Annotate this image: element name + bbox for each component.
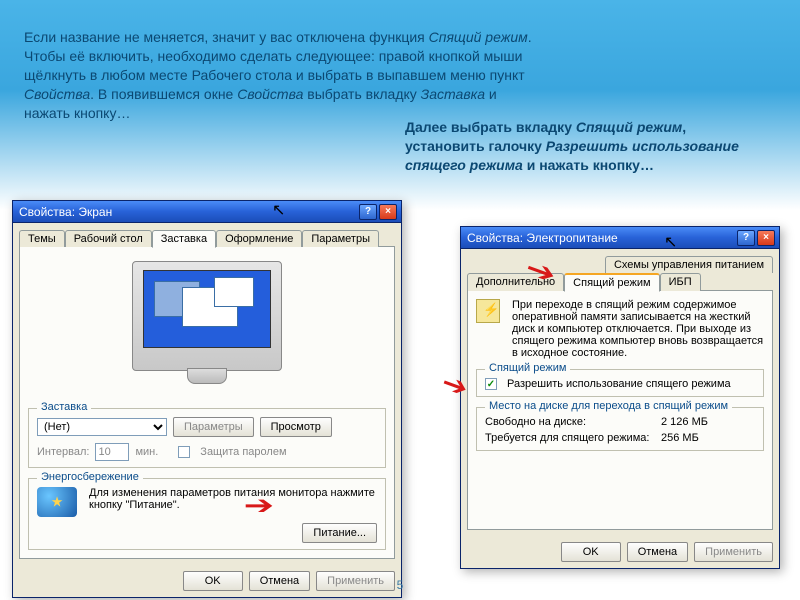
group-legend: Заставка	[37, 401, 91, 413]
window-title: Свойства: Электропитание	[467, 231, 618, 245]
tab-appearance[interactable]: Оформление	[216, 230, 302, 247]
apply-button[interactable]: Применить	[316, 571, 395, 591]
button-bar: OK Отмена Применить	[13, 565, 401, 597]
power-button[interactable]: Питание...	[302, 523, 377, 543]
arrow-icon: ➔	[244, 490, 275, 521]
tab-hibernate[interactable]: Спящий режим	[564, 273, 659, 292]
disk-space-group: Место на диске для перехода в спящий реж…	[476, 407, 764, 451]
tab-desktop[interactable]: Рабочий стол	[65, 230, 152, 247]
energy-star-icon	[37, 487, 77, 517]
tab-screensaver[interactable]: Заставка	[152, 230, 216, 248]
tab-panel: Заставка (Нет) Параметры Просмотр Интерв…	[19, 246, 395, 559]
cursor-icon: ↖	[664, 232, 677, 252]
tabs: Темы Рабочий стол Заставка Оформление Па…	[13, 223, 401, 246]
tab-panel: При переходе в спящий режим содержимое о…	[467, 290, 773, 530]
cancel-button[interactable]: Отмена	[627, 542, 688, 562]
free-space-value: 2 126 МБ	[661, 416, 708, 428]
screensaver-preview-button[interactable]: Просмотр	[260, 417, 332, 437]
ok-button[interactable]: OK	[561, 542, 621, 562]
group-legend: Спящий режим	[485, 362, 570, 374]
tab-power-schemes[interactable]: Схемы управления питанием	[605, 256, 773, 273]
hibernate-group: Спящий режим ✓ Разрешить использование с…	[476, 369, 764, 397]
close-button[interactable]: ×	[757, 230, 775, 246]
allow-hibernate-checkbox[interactable]: ✓	[485, 378, 497, 390]
display-properties-window: Свойства: Экран ? × Темы Рабочий стол За…	[12, 200, 402, 598]
monitor-preview	[28, 255, 386, 380]
screensaver-group: Заставка (Нет) Параметры Просмотр Интерв…	[28, 408, 386, 468]
protect-checkbox[interactable]	[178, 446, 190, 458]
instruction-text-1: Если название не меняется, значит у вас …	[24, 28, 544, 122]
tab-ups[interactable]: ИБП	[660, 273, 701, 291]
tabs-row-2: Дополнительно Спящий режим ИБП	[461, 272, 779, 290]
hibernate-icon	[476, 299, 500, 323]
ok-button[interactable]: OK	[183, 571, 243, 591]
page-number: 5	[397, 578, 404, 592]
interval-input[interactable]	[95, 443, 129, 461]
window-title: Свойства: Экран	[19, 205, 112, 219]
group-legend: Энергосбережение	[37, 471, 143, 483]
apply-button[interactable]: Применить	[694, 542, 773, 562]
close-button[interactable]: ×	[379, 204, 397, 220]
interval-unit: мин.	[135, 446, 158, 458]
interval-label: Интервал:	[37, 446, 89, 458]
group-legend: Место на диске для перехода в спящий реж…	[485, 400, 732, 412]
cursor-icon: ↖	[272, 200, 285, 220]
energy-group: Энергосбережение Для изменения параметро…	[28, 478, 386, 550]
help-button[interactable]: ?	[737, 230, 755, 246]
tab-themes[interactable]: Темы	[19, 230, 65, 247]
energy-text: Для изменения параметров питания монитор…	[89, 487, 377, 511]
screensaver-params-button[interactable]: Параметры	[173, 417, 254, 437]
required-space-value: 256 МБ	[661, 432, 699, 444]
protect-label: Защита паролем	[200, 446, 286, 458]
titlebar[interactable]: Свойства: Экран ? ×	[13, 201, 401, 223]
free-space-label: Свободно на диске:	[485, 416, 655, 428]
cancel-button[interactable]: Отмена	[249, 571, 310, 591]
tab-settings[interactable]: Параметры	[302, 230, 379, 247]
tabs-row-1: Схемы управления питанием	[461, 249, 779, 272]
power-options-window: Свойства: Электропитание ? × Схемы управ…	[460, 226, 780, 569]
required-space-label: Требуется для спящего режима:	[485, 432, 655, 444]
titlebar[interactable]: Свойства: Электропитание ? ×	[461, 227, 779, 249]
button-bar: OK Отмена Применить	[461, 536, 779, 568]
allow-hibernate-label: Разрешить использование спящего режима	[507, 378, 731, 390]
help-button[interactable]: ?	[359, 204, 377, 220]
screensaver-select[interactable]: (Нет)	[37, 418, 167, 436]
hibernate-description: При переходе в спящий режим содержимое о…	[512, 299, 764, 359]
instruction-text-2: Далее выбрать вкладку Спящий режим, уста…	[405, 118, 765, 175]
